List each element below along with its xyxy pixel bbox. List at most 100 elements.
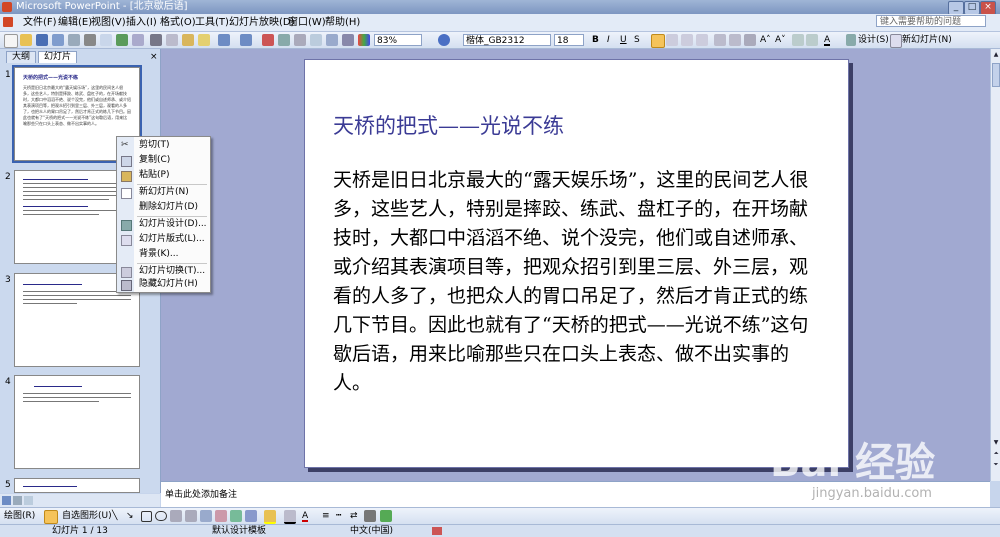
close-button[interactable]: ×: [980, 1, 996, 15]
bold-button[interactable]: B: [592, 34, 599, 46]
print-preview-icon[interactable]: [100, 34, 112, 46]
paste-icon[interactable]: [182, 34, 194, 46]
shadow-style-icon[interactable]: [364, 510, 376, 522]
font-size-select[interactable]: 18: [554, 34, 584, 46]
previous-slide-icon[interactable]: ⏶: [992, 450, 1000, 458]
bullets-icon[interactable]: [729, 34, 741, 46]
dash-style-icon[interactable]: ┅: [336, 510, 341, 522]
textbox-icon[interactable]: [170, 510, 182, 522]
line-icon[interactable]: ╲: [112, 510, 117, 522]
slide-thumbnail-4[interactable]: [14, 375, 140, 469]
redo-icon[interactable]: [240, 34, 252, 46]
slide-sorter-icon[interactable]: [13, 496, 22, 505]
new-slide-icon[interactable]: [890, 34, 902, 48]
ctx-new-slide[interactable]: 新幻灯片(N): [117, 185, 210, 200]
vertical-textbox-icon[interactable]: [185, 510, 197, 522]
next-slide-icon[interactable]: ⏷: [992, 461, 1000, 469]
insert-diagram-icon[interactable]: [326, 34, 338, 46]
tab-slides[interactable]: 幻灯片: [38, 51, 78, 63]
save-icon[interactable]: [36, 34, 48, 46]
ctx-cut[interactable]: ✂ 剪切(T): [117, 138, 210, 153]
design-icon[interactable]: [846, 34, 856, 46]
help-icon[interactable]: [438, 34, 450, 46]
italic-button[interactable]: I: [607, 34, 610, 46]
undo-icon[interactable]: [218, 34, 230, 46]
slide-title[interactable]: 天桥的把式——光说不练: [333, 110, 564, 140]
select-objects-icon[interactable]: [44, 510, 58, 524]
minimize-button[interactable]: _: [948, 1, 964, 15]
new-slide-button[interactable]: 新幻灯片(N): [902, 34, 952, 46]
insert-chart-icon[interactable]: [262, 34, 274, 46]
font-color-icon[interactable]: A: [302, 510, 309, 522]
close-pane-icon[interactable]: ×: [150, 52, 158, 62]
arrow-icon[interactable]: ↘: [126, 510, 134, 522]
3d-style-icon[interactable]: [380, 510, 392, 522]
align-left-icon[interactable]: [651, 34, 665, 48]
autoshapes-button[interactable]: 自选图形(U): [62, 510, 112, 522]
increase-font-icon[interactable]: A˄: [760, 34, 771, 46]
ctx-copy[interactable]: 复制(C): [117, 153, 210, 168]
rectangle-icon[interactable]: [141, 511, 152, 522]
fill-color-icon[interactable]: [264, 510, 276, 524]
menu-insert[interactable]: 插入(I): [123, 16, 160, 29]
numbering-icon[interactable]: [714, 34, 726, 46]
new-icon[interactable]: [4, 34, 18, 48]
cut-icon[interactable]: [150, 34, 162, 46]
slideshow-icon[interactable]: [24, 496, 33, 505]
maximize-button[interactable]: □: [964, 1, 980, 15]
vertical-scrollbar[interactable]: ▲ ▼ ⏶ ⏷: [990, 49, 1000, 481]
tables-borders-icon[interactable]: [294, 34, 306, 46]
scroll-up-icon[interactable]: ▲: [992, 51, 1000, 59]
arrow-style-icon[interactable]: ⇄: [350, 510, 358, 522]
slide-thumbnail-5[interactable]: [14, 478, 140, 493]
notes-placeholder[interactable]: 单击此处添加备注: [165, 487, 237, 500]
line-color-icon[interactable]: [284, 510, 296, 524]
format-painter-icon[interactable]: [198, 34, 210, 46]
research-icon[interactable]: [132, 34, 144, 46]
permission-icon[interactable]: [52, 34, 64, 46]
document-icon[interactable]: [3, 17, 13, 27]
align-right-icon[interactable]: [681, 34, 693, 46]
justify-icon[interactable]: [696, 34, 708, 46]
insert-picture-icon[interactable]: [245, 510, 257, 522]
open-icon[interactable]: [20, 34, 32, 46]
expand-all-icon[interactable]: [342, 34, 354, 46]
ctx-paste[interactable]: 粘贴(P): [117, 168, 210, 183]
insert-picture-icon[interactable]: [310, 34, 322, 46]
copy-icon[interactable]: [166, 34, 178, 46]
normal-view-icon[interactable]: [2, 496, 11, 505]
scroll-thumb[interactable]: [992, 63, 1000, 87]
ctx-delete-slide[interactable]: 删除幻灯片(D): [117, 200, 210, 215]
wordart-icon[interactable]: [200, 510, 212, 522]
menu-file[interactable]: 文件(F): [20, 16, 60, 29]
font-color-icon[interactable]: A: [824, 34, 831, 46]
help-search-input[interactable]: 键入需要帮助的问题: [876, 15, 986, 27]
print-icon[interactable]: [84, 34, 96, 46]
underline-button[interactable]: U: [620, 34, 627, 46]
font-name-select[interactable]: 楷体_GB2312: [463, 34, 551, 46]
slide-body-text[interactable]: 天桥是旧日北京最大的“露天娱乐场”，这里的民间艺人很多，这些艺人，特别是摔跤、练…: [333, 166, 823, 398]
clipart-icon[interactable]: [230, 510, 242, 522]
insert-table-icon[interactable]: [278, 34, 290, 46]
ctx-slide-layout[interactable]: 幻灯片版式(L)...: [117, 232, 210, 247]
design-button[interactable]: 设计(S): [858, 34, 889, 46]
spelling-status-icon[interactable]: [432, 527, 442, 535]
line-style-icon[interactable]: ≡: [322, 510, 330, 522]
ctx-background[interactable]: 背景(K)...: [117, 247, 210, 262]
ctx-slide-design[interactable]: 幻灯片设计(D)...: [117, 217, 210, 232]
diagram-icon[interactable]: [215, 510, 227, 522]
ctx-hide-slide[interactable]: 隐藏幻灯片(H): [117, 277, 210, 292]
oval-icon[interactable]: [155, 511, 167, 521]
draw-menu-button[interactable]: 绘图(R): [4, 510, 35, 522]
scroll-down-icon[interactable]: ▼: [992, 439, 1000, 447]
color-grayscale-icon[interactable]: [358, 34, 370, 46]
shadow-button[interactable]: S: [634, 34, 640, 46]
demote-icon[interactable]: [806, 34, 818, 46]
email-icon[interactable]: [68, 34, 80, 46]
decrease-font-icon[interactable]: A˅: [775, 34, 786, 46]
decrease-indent-icon[interactable]: [744, 34, 756, 46]
tab-outline[interactable]: 大纲: [6, 51, 37, 63]
spelling-icon[interactable]: [116, 34, 128, 46]
align-center-icon[interactable]: [666, 34, 678, 46]
menu-help[interactable]: 帮助(H): [322, 16, 363, 29]
